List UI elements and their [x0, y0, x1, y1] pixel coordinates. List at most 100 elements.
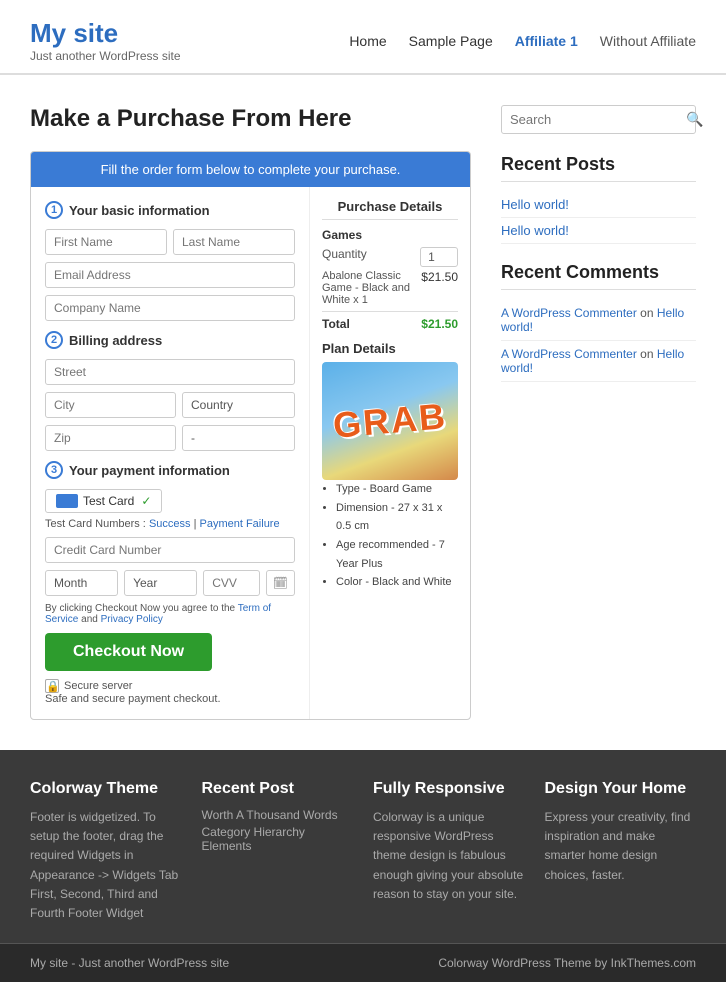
agree-text: By clicking Checkout Now you agree to th…: [45, 603, 295, 625]
footer: Colorway Theme Footer is widgetized. To …: [0, 750, 726, 982]
company-input[interactable]: [45, 295, 295, 321]
recent-posts-title: Recent Posts: [501, 154, 696, 182]
agree-prefix: By clicking Checkout Now you agree to th…: [45, 603, 235, 614]
spec-dimension: Dimension - 27 x 31 x 0.5 cm: [336, 499, 458, 536]
card-icon: [56, 494, 78, 508]
commenter-1[interactable]: A WordPress Commenter: [501, 347, 637, 361]
spec-color: Color - Black and White: [336, 573, 458, 592]
search-input[interactable]: [510, 112, 686, 127]
site-tagline: Just another WordPress site: [30, 49, 181, 63]
header: My site Just another WordPress site Home…: [0, 0, 726, 75]
quantity-row: Quantity: [322, 247, 458, 267]
footer-col-3-text: Express your creativity, find inspiratio…: [545, 808, 697, 885]
item-name: Abalone Classic Game - Black and White x…: [322, 270, 421, 306]
quantity-label: Quantity: [322, 247, 367, 267]
nav-sample-page[interactable]: Sample Page: [409, 33, 493, 49]
main-nav: Home Sample Page Affiliate 1 Without Aff…: [349, 33, 696, 49]
checkout-body: 1 Your basic information: [31, 187, 470, 719]
footer-col-0-text: Footer is widgetized. To setup the foote…: [30, 808, 182, 923]
first-name-input[interactable]: [45, 229, 167, 255]
nav-home[interactable]: Home: [349, 33, 386, 49]
section3-text: Your payment information: [69, 463, 230, 478]
cvv-input[interactable]: [203, 570, 260, 596]
content-area: Make a Purchase From Here Fill the order…: [30, 105, 471, 720]
credit-card-input[interactable]: [45, 537, 295, 563]
test-card-numbers-label: Test Card Numbers :: [45, 518, 146, 530]
cvv-icon: 🗓: [266, 570, 295, 596]
footer-col-2-title: Fully Responsive: [373, 780, 525, 798]
checkout-header: Fill the order form below to complete yo…: [31, 152, 470, 187]
nav-without-affiliate[interactable]: Without Affiliate: [600, 33, 696, 49]
email-input[interactable]: [45, 262, 295, 288]
section1-label: 1 Your basic information: [45, 201, 295, 219]
secure-label: Secure server: [64, 680, 132, 692]
check-icon: ✓: [141, 494, 151, 508]
purchase-details-title: Purchase Details: [322, 199, 458, 220]
comment-1: A WordPress Commenter on Hello world!: [501, 341, 696, 382]
last-name-input[interactable]: [173, 229, 295, 255]
recent-comments-section: Recent Comments A WordPress Commenter on…: [501, 262, 696, 382]
comment-0: A WordPress Commenter on Hello world!: [501, 300, 696, 341]
country-select[interactable]: Country: [182, 392, 295, 418]
test-card-links: Test Card Numbers : Success | Payment Fa…: [45, 518, 295, 530]
footer-col-3-title: Design Your Home: [545, 780, 697, 798]
zip-input[interactable]: [45, 425, 176, 451]
footer-bottom-left: My site - Just another WordPress site: [30, 956, 229, 970]
footer-col-1-link-0[interactable]: Worth A Thousand Words: [202, 808, 354, 822]
footer-col-2-text: Colorway is a unique responsive WordPres…: [373, 808, 525, 904]
privacy-link[interactable]: Privacy Policy: [101, 614, 163, 625]
secure-subtext: Safe and secure payment checkout.: [45, 693, 295, 705]
spec-age: Age recommended - 7 Year Plus: [336, 536, 458, 573]
recent-post-1[interactable]: Hello world!: [501, 218, 696, 244]
nav-affiliate1[interactable]: Affiliate 1: [515, 33, 578, 49]
city-input[interactable]: [45, 392, 176, 418]
year-select[interactable]: Year: [124, 570, 197, 596]
state-select[interactable]: -: [182, 425, 295, 451]
total-price: $21.50: [421, 317, 458, 331]
secure-row: 🔒 Secure server: [45, 679, 295, 693]
step1-circle: 1: [45, 201, 63, 219]
test-card-success-link[interactable]: Success: [149, 518, 191, 530]
footer-col-1-link-1[interactable]: Category Hierarchy Elements: [202, 825, 354, 853]
footer-bottom: My site - Just another WordPress site Co…: [0, 943, 726, 982]
footer-bottom-right: Colorway WordPress Theme by InkThemes.co…: [438, 956, 696, 970]
checkout-form-box: Fill the order form below to complete yo…: [30, 151, 471, 720]
grab-logo: GRAB: [331, 395, 448, 447]
footer-col-0-title: Colorway Theme: [30, 780, 182, 798]
recent-posts-section: Recent Posts Hello world! Hello world!: [501, 154, 696, 244]
comment-on-1: on: [640, 347, 653, 361]
section2-label: 2 Billing address: [45, 331, 295, 349]
checkout-button[interactable]: Checkout Now: [45, 633, 212, 671]
test-card-label: Test Card: [83, 494, 134, 508]
footer-col-1-title: Recent Post: [202, 780, 354, 798]
plan-specs-list: Type - Board Game Dimension - 27 x 31 x …: [322, 480, 458, 592]
recent-comments-title: Recent Comments: [501, 262, 696, 290]
item-price: $21.50: [421, 270, 458, 306]
total-row: Total $21.50: [322, 311, 458, 331]
main-content: Make a Purchase From Here Fill the order…: [0, 75, 726, 750]
section2-text: Billing address: [69, 333, 162, 348]
games-section-label: Games: [322, 228, 458, 242]
comment-on-0: on: [640, 306, 653, 320]
total-label: Total: [322, 317, 350, 331]
test-card-button[interactable]: Test Card ✓: [45, 489, 162, 513]
lock-icon: 🔒: [45, 679, 59, 693]
search-box: 🔍: [501, 105, 696, 134]
section3-label: 3 Your payment information: [45, 461, 295, 479]
site-title: My site: [30, 18, 181, 49]
test-card-failure-link[interactable]: Payment Failure: [200, 518, 280, 530]
street-input[interactable]: [45, 359, 295, 385]
step3-circle: 3: [45, 461, 63, 479]
plan-details-title: Plan Details: [322, 341, 458, 356]
recent-post-0[interactable]: Hello world!: [501, 192, 696, 218]
page-title: Make a Purchase From Here: [30, 105, 471, 133]
payment-section: 3 Your payment information Test Card ✓ T…: [45, 461, 295, 705]
commenter-0[interactable]: A WordPress Commenter: [501, 306, 637, 320]
month-select[interactable]: Month: [45, 570, 118, 596]
quantity-input[interactable]: [420, 247, 458, 267]
product-image: GRAB: [322, 362, 458, 480]
search-icon[interactable]: 🔍: [686, 111, 703, 128]
section1-text: Your basic information: [69, 203, 210, 218]
item-row: Abalone Classic Game - Black and White x…: [322, 270, 458, 306]
sidebar: 🔍 Recent Posts Hello world! Hello world!…: [501, 105, 696, 720]
